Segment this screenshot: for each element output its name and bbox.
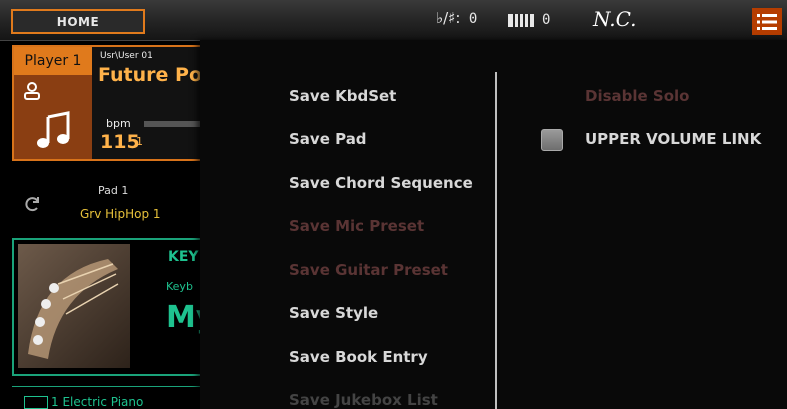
menu-item-disable-solo: Disable Solo: [585, 87, 690, 105]
upper-volume-link-label[interactable]: UPPER VOLUME LINK: [585, 130, 761, 148]
octave-value: 0: [542, 12, 551, 28]
grand-piano-icon: [28, 259, 119, 359]
bpm-bar: [144, 121, 204, 127]
music-note-icon: [37, 111, 70, 148]
menu-item-save-style[interactable]: Save Style: [289, 304, 378, 322]
menu-item-save-mic-preset: Save Mic Preset: [289, 217, 425, 235]
transpose-value: 0: [468, 11, 478, 27]
keyboard-set-sub: Keyb: [166, 280, 193, 293]
player-tab[interactable]: Player 1: [14, 47, 92, 75]
divider-line: [12, 386, 208, 387]
menu-item-save-kbdset[interactable]: Save KbdSet: [289, 87, 396, 105]
list-menu-icon: [757, 13, 777, 30]
sound-name: Electric Piano: [62, 395, 144, 409]
transpose-symbol: ♭/♯:: [436, 9, 461, 27]
page-menu-overlay: Save KbdSet Save Pad Save Chord Sequence…: [200, 40, 787, 409]
pad-label: Pad 1: [98, 184, 129, 197]
bpm-value: 115: [100, 131, 140, 153]
menu-item-save-guitar-preset: Save Guitar Preset: [289, 261, 448, 279]
player-icons: [14, 75, 92, 159]
refresh-icon[interactable]: [22, 194, 42, 214]
song-title: Future Pop: [98, 64, 216, 86]
user-path: Usr\User 01: [100, 51, 153, 61]
transpose-display[interactable]: ♭/♯: 0: [436, 9, 477, 27]
chord-display: N.C.: [593, 7, 637, 31]
sound-label[interactable]: 1 Electric Piano: [24, 395, 143, 409]
bpm-label: bpm: [106, 117, 131, 130]
keyboard-small-icon: [24, 396, 48, 409]
home-button[interactable]: HOME: [11, 9, 145, 34]
bpm-sub: 1: [136, 135, 143, 148]
user-icon: [24, 82, 40, 100]
sound-number: 1: [51, 395, 59, 409]
player-panel[interactable]: Player 1 Usr\User 01 Future Pop bpm 115 …: [12, 45, 216, 161]
menu-item-save-jukebox-list: Save Jukebox List: [289, 391, 438, 409]
top-bar: HOME ♭/♯: 0 0 N.C.: [0, 0, 787, 41]
octave-display[interactable]: 0: [508, 12, 550, 28]
menu-item-save-chord-sequence[interactable]: Save Chord Sequence: [289, 174, 473, 192]
pad-name: Grv HipHop 1: [80, 207, 161, 221]
keyboard-set-title: KEY: [168, 249, 199, 265]
menu-item-save-pad[interactable]: Save Pad: [289, 130, 367, 148]
menu-divider: [495, 72, 497, 409]
page-menu-button[interactable]: [752, 8, 782, 35]
menu-item-save-book-entry[interactable]: Save Book Entry: [289, 348, 428, 366]
upper-volume-link-checkbox[interactable]: [541, 129, 563, 151]
keyboard-icon: [508, 13, 534, 27]
piano-image: [18, 244, 130, 368]
